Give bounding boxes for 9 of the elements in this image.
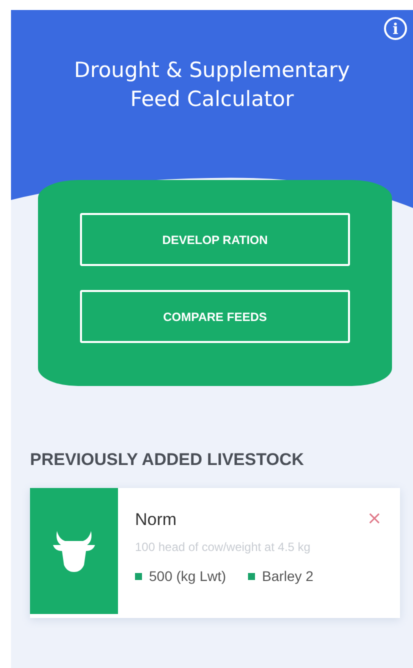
action-button[interactable]: COMPARE FEEDS <box>80 290 350 343</box>
info-icon[interactable]: i <box>384 17 407 40</box>
section-title: PREVIOUSLY ADDED LIVESTOCK <box>30 450 305 470</box>
tag-text: Barley 2 <box>262 568 314 584</box>
action-button[interactable]: DEVELOP RATION <box>80 213 350 266</box>
app-title: Drought & Supplementary Feed Calculator <box>72 57 351 113</box>
close-button[interactable]: × <box>366 508 382 529</box>
livestock-name: Norm <box>135 510 177 530</box>
tag-text: 500 (kg Lwt) <box>149 568 226 584</box>
